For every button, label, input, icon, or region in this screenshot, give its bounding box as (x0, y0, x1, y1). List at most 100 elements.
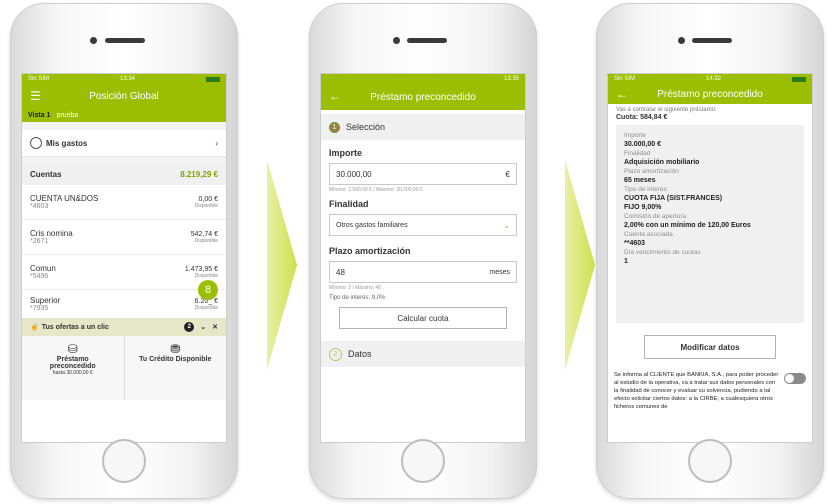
offers-panel: ⛁ Préstamo preconcedido hasta 30.000,00 … (22, 336, 226, 400)
calcular-cuota-button[interactable]: Calcular cuota (339, 307, 507, 329)
cuentas-header[interactable]: Cuentas 8.219,29 € (22, 163, 226, 185)
tab-vista-1[interactable]: Vista 1 (28, 112, 50, 119)
account-number: *2671 (30, 238, 49, 245)
datos-label: Datos (348, 349, 372, 359)
finalidad-value: Otros gastos familiares (336, 221, 408, 229)
importe-label: Importe (329, 148, 363, 158)
list-item[interactable]: CUENTA UN&DOS *4603 0,00 € Disponible (22, 185, 226, 220)
detail-value: 2,00% con un mínimo de 120,00 Euros (624, 222, 751, 229)
chevron-down-icon: ⌄ (503, 220, 510, 230)
chevron-right-icon: › (215, 138, 218, 148)
next-step-arrow-1 (267, 160, 297, 370)
speaker-icon (692, 38, 732, 43)
ofertas-title: Tus ofertas a un clic (41, 323, 109, 331)
detail-value: **4603 (624, 240, 646, 247)
camera-icon (678, 37, 685, 44)
phone-2: 13:35 ← Préstamo preconcedido 1 Selecció… (309, 3, 537, 499)
offer-prestamo[interactable]: ⛁ Préstamo preconcedido hasta 30.000,00 … (22, 336, 125, 400)
page-title: Préstamo preconcedido (657, 88, 763, 100)
detail-key: Día vencimiento de cuotas (624, 249, 701, 256)
detail-key: Finalidad (624, 150, 651, 157)
step-1-icon: 1 (329, 121, 340, 133)
list-item[interactable]: Superior *7935 6.20_ € Disponible 8 (22, 280, 226, 318)
account-name: Comun (30, 264, 56, 273)
plazo-label: Plazo amortización (329, 246, 411, 256)
detail-key: Cuenta asociada (624, 231, 673, 238)
header: ← Préstamo preconcedido (321, 84, 525, 110)
list-item[interactable]: Cris nomina *2671 542,74 € Disponible (22, 220, 226, 255)
header: ← Préstamo preconcedido (608, 84, 812, 104)
money-bag-icon: ⛁ (67, 342, 78, 356)
seleccion-label: Selección (346, 122, 386, 132)
ofertas-bar[interactable]: ☝ Tus ofertas a un clic 2 ⌄ ✕ (22, 318, 226, 336)
list-item[interactable]: Comun *5496 1.473,95 € Disponible (22, 255, 226, 290)
detail-value: FIJO 9,00% (624, 204, 662, 211)
offer-credito[interactable]: ⛃ Tu Crédito Disponible (125, 336, 227, 400)
eye-icon (30, 137, 42, 149)
menu-icon[interactable]: ☰ (30, 89, 41, 103)
datos-section[interactable]: 2 Datos (321, 341, 525, 367)
account-list: CUENTA UN&DOS *4603 0,00 € Disponible Cris… (22, 185, 226, 318)
loan-details: Importe 30.000,00 € Finalidad Adquisició… (616, 125, 804, 323)
step-2-label: 2 (333, 350, 338, 358)
importe-value: 30.000,00 (336, 169, 372, 179)
account-amount: 1.473,95 € (184, 265, 218, 273)
screen-1: Sin SIM 13:34 ☰ Posición Global Vista 1 … (21, 73, 227, 443)
back-arrow-icon[interactable]: ← (616, 87, 628, 101)
cuota-text: Cuota: 584,84 € (616, 114, 668, 121)
plazo-unit: meses (489, 268, 510, 276)
account-name: Cris nomina (30, 229, 73, 238)
account-number: *4603 (30, 203, 49, 210)
account-number: *5496 (30, 273, 49, 280)
account-sub: Disponible (194, 237, 218, 244)
back-arrow-icon[interactable]: ← (329, 89, 341, 103)
account-sub: Disponible (194, 202, 218, 209)
offer-credito-label: Tu Crédito Disponible (139, 356, 212, 363)
mis-gastos-row[interactable]: Mis gastos › (22, 130, 226, 157)
detail-key: Importe (624, 132, 647, 139)
tipo-interes: Tipo de interés: 9,0% (329, 295, 386, 301)
clock: 13:35 (503, 76, 519, 82)
offer-line-2: preconcedido (49, 363, 96, 370)
home-button[interactable] (688, 439, 732, 483)
modificar-datos-button[interactable]: Modificar datos (644, 335, 776, 359)
detail-value: 1 (624, 258, 628, 265)
importe-unit: € (505, 169, 510, 179)
header: ☰ Posición Global (22, 84, 226, 108)
carrier: Sin SIM (28, 76, 50, 82)
battery-icon (792, 76, 806, 82)
floating-action-button[interactable]: 8 (198, 280, 218, 300)
chevron-down-icon[interactable]: ⌄ (200, 323, 206, 331)
detail-value: Adquisición mobiliario (624, 159, 700, 166)
next-step-arrow-2 (565, 160, 595, 370)
mis-gastos-label: Mis gastos (46, 138, 88, 148)
finalidad-select[interactable]: Otros gastos familiares ⌄ (329, 214, 517, 236)
speaker-icon (105, 38, 145, 43)
page-title: Posición Global (89, 90, 159, 102)
offer-line-1: Préstamo (56, 356, 89, 363)
status-bar: Sin SIM 13:34 (22, 74, 226, 84)
tab-prueba[interactable]: prueba (56, 112, 78, 119)
detail-value: CUOTA FIJA (SIST.FRANCES) (624, 195, 723, 202)
home-button[interactable] (102, 439, 146, 483)
screen-3: Sin SIM 14:32 ← Préstamo preconcedido Va… (607, 73, 813, 443)
calcular-label: Calcular cuota (397, 313, 449, 323)
close-icon[interactable]: ✕ (212, 323, 218, 331)
detail-key: Plazo amortización (624, 168, 679, 175)
home-button[interactable] (401, 439, 445, 483)
cuentas-label: Cuentas (30, 169, 62, 179)
consent-toggle[interactable] (784, 373, 806, 384)
page-title: Préstamo preconcedido (370, 91, 476, 103)
modificar-label: Modificar datos (680, 342, 740, 352)
screen-2: 13:35 ← Préstamo preconcedido 1 Selecció… (320, 73, 526, 443)
importe-field[interactable]: 30.000,00 € (329, 163, 517, 185)
plazo-field[interactable]: 48 meses (329, 261, 517, 283)
speaker-icon (407, 38, 447, 43)
status-bar: 13:35 (321, 74, 525, 84)
detail-value: 65 meses (624, 177, 656, 184)
phone-1: Sin SIM 13:34 ☰ Posición Global Vista 1 … (10, 3, 238, 499)
offer-line-3: hasta 30.000,00 € (52, 370, 93, 376)
fab-label: 8 (204, 284, 212, 296)
seleccion-section[interactable]: 1 Selección (321, 114, 525, 140)
intro-text: Vas a contratar el siguiente préstamo: (616, 107, 717, 113)
